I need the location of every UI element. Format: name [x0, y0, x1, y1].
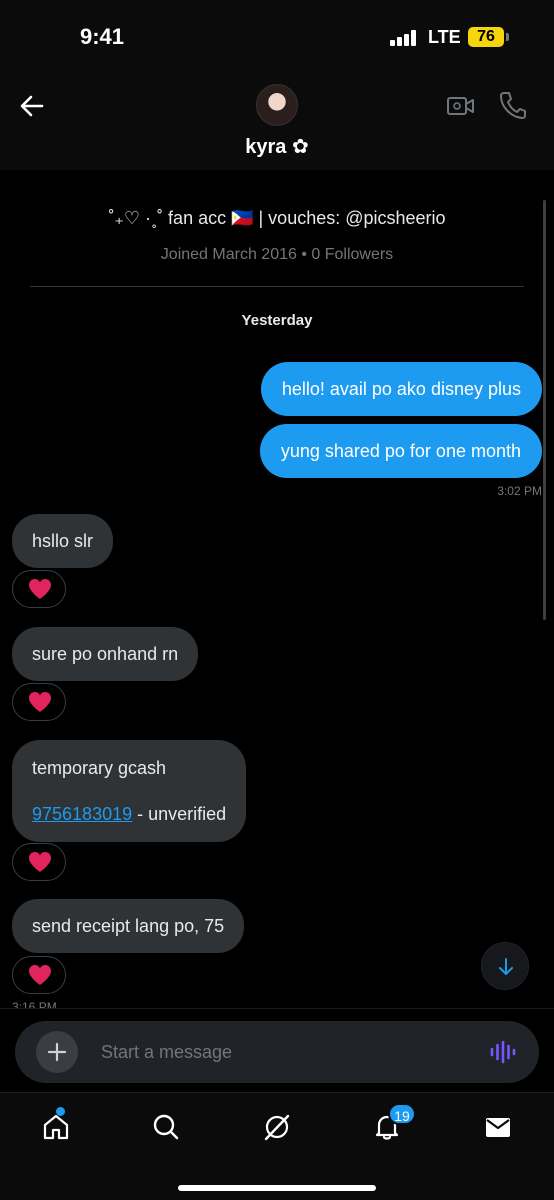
contact-name[interactable]: kyra ✿: [0, 134, 554, 159]
incoming-message[interactable]: hsllo slr: [12, 514, 114, 568]
reaction[interactable]: [12, 843, 66, 881]
signal-icon: [390, 30, 420, 46]
reaction[interactable]: [12, 683, 66, 721]
voice-message-icon[interactable]: [489, 1040, 517, 1064]
battery-level: 76: [477, 28, 495, 45]
back-arrow-icon[interactable]: [18, 92, 46, 120]
phone-number-link[interactable]: 9756183019: [32, 804, 132, 824]
heart-icon: [29, 852, 51, 872]
heart-icon: [29, 692, 51, 712]
phone-icon[interactable]: [498, 90, 526, 120]
arrow-down-icon: [499, 958, 513, 975]
message-time: 3:16 PM: [12, 1000, 57, 1008]
incoming-message[interactable]: send receipt lang po, 75: [12, 899, 245, 953]
tab-home[interactable]: [36, 1107, 76, 1147]
tab-messages[interactable]: [478, 1107, 518, 1147]
outgoing-message[interactable]: yung shared po for one month: [259, 424, 542, 478]
video-call-icon[interactable]: [446, 92, 476, 120]
scroll-to-bottom-button[interactable]: [481, 942, 529, 990]
status-bar: 9:41 LTE 76: [0, 0, 554, 74]
battery-nub: [506, 33, 509, 41]
message-line: temporary gcash: [32, 758, 167, 778]
battery-icon: 76: [468, 27, 504, 47]
tab-search[interactable]: [146, 1107, 186, 1147]
message-suffix: - unverified: [132, 804, 227, 824]
add-media-button[interactable]: [36, 1031, 78, 1073]
avatar[interactable]: [256, 84, 298, 126]
chat-header: kyra ✿: [0, 74, 554, 170]
message-input[interactable]: [101, 1021, 461, 1083]
incoming-message[interactable]: sure po onhand rn: [12, 627, 199, 681]
message-time: 3:02 PM: [497, 484, 542, 498]
profile-bio: ˚₊♡ ·˳˚ fan acc 🇵🇭 | vouches: @picsheeri…: [108, 208, 446, 228]
status-time: 9:41: [80, 24, 125, 49]
mail-icon: [486, 1118, 510, 1137]
tab-grok[interactable]: [257, 1107, 297, 1147]
composer: [15, 1021, 539, 1083]
outgoing-message[interactable]: hello! avail po ako disney plus: [260, 362, 542, 416]
plus-icon: [47, 1042, 67, 1062]
day-label: Yesterday: [241, 312, 313, 329]
divider: [30, 286, 524, 287]
search-icon: [153, 1114, 179, 1140]
reaction[interactable]: [12, 956, 66, 994]
tab-bar: 19: [0, 1092, 554, 1200]
profile-joined: Joined March 2016 • 0 Followers: [160, 246, 394, 263]
heart-icon: [29, 965, 51, 985]
notifications-count-badge: 19: [388, 1103, 416, 1125]
heart-icon: [29, 579, 51, 599]
network-label: LTE: [428, 27, 461, 47]
conversation[interactable]: ˚₊♡ ·˳˚ fan acc 🇵🇭 | vouches: @picsheeri…: [0, 170, 554, 1008]
incoming-message[interactable]: temporary gcash 9756183019 - unverified: [12, 740, 247, 842]
home-indicator: [178, 1185, 376, 1191]
message-line: 9756183019 - unverified: [32, 802, 226, 826]
home-icon: [43, 1114, 69, 1140]
reaction[interactable]: [12, 570, 66, 608]
home-notification-dot: [56, 1107, 65, 1116]
grok-icon: [264, 1114, 290, 1141]
scrollbar[interactable]: [543, 200, 546, 620]
composer-area: [0, 1008, 554, 1092]
